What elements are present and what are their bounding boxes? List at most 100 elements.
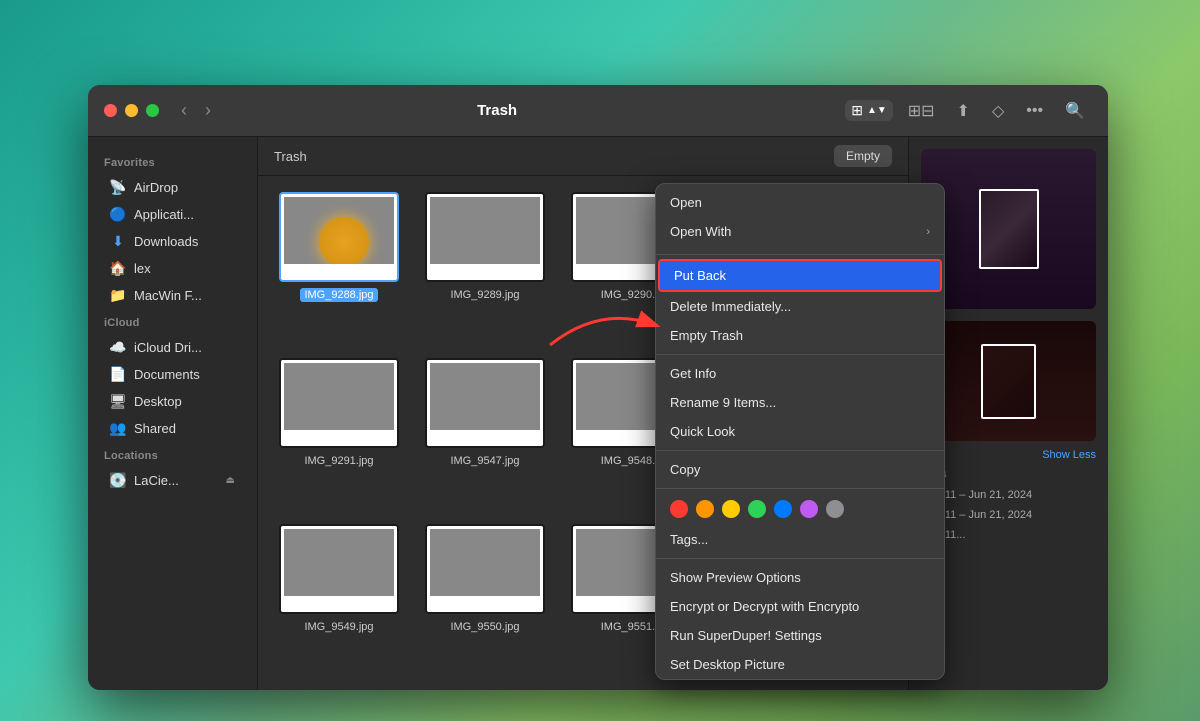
- search-icon: 🔍: [1065, 103, 1085, 120]
- date-range-1: May 11 – Jun 21, 2024: [921, 489, 1096, 501]
- tag-button[interactable]: ◇: [985, 96, 1011, 126]
- menu-open-with-label: Open With: [670, 224, 731, 239]
- minimize-button[interactable]: [125, 104, 138, 117]
- group-view-button[interactable]: ⊞⊟: [901, 96, 942, 126]
- title-bar: ‹ › Trash ⊞ ▲▼ ⊞⊟ ⬆ ◇ ••• 🔍: [88, 85, 1108, 137]
- shared-icon: 👥: [110, 420, 126, 436]
- menu-item-put-back[interactable]: Put Back: [658, 259, 942, 292]
- menu-item-rename[interactable]: Rename 9 Items...: [656, 388, 944, 417]
- sidebar: Favorites 📡 AirDrop 🔵 Applicati... ⬇ Dow…: [88, 137, 258, 690]
- file-thumbnail: [279, 524, 399, 614]
- menu-item-empty-trash[interactable]: Empty Trash: [656, 321, 944, 350]
- menu-item-encrypt[interactable]: Encrypt or Decrypt with Encrypto: [656, 592, 944, 621]
- forward-button[interactable]: ›: [199, 96, 217, 125]
- grid-icon: ⊞⊟: [908, 103, 935, 120]
- menu-item-delete-immediately[interactable]: Delete Immediately...: [656, 292, 944, 321]
- file-thumbnail: [279, 358, 399, 448]
- menu-item-quick-look[interactable]: Quick Look: [656, 417, 944, 446]
- sidebar-item-lex[interactable]: 🏠 lex: [94, 255, 251, 281]
- drive-icon: 💽: [110, 472, 126, 488]
- sidebar-desktop-label: Desktop: [134, 394, 182, 409]
- eject-icon[interactable]: ⏏: [226, 475, 235, 486]
- icon-chevron-up: ▲▼: [867, 105, 887, 116]
- menu-tags-label: Tags...: [670, 532, 708, 547]
- sidebar-documents-label: Documents: [134, 367, 200, 382]
- share-button[interactable]: ⬆: [950, 96, 977, 126]
- sidebar-item-icloud-drive[interactable]: ☁️ iCloud Dri...: [94, 334, 251, 360]
- menu-show-preview-label: Show Preview Options: [670, 570, 801, 585]
- file-item[interactable]: IMG_9288.jpg: [274, 192, 404, 342]
- menu-divider: [656, 354, 944, 355]
- file-name: IMG_9288.jpg: [300, 288, 377, 302]
- sidebar-item-documents[interactable]: 📄 Documents: [94, 361, 251, 387]
- menu-copy-label: Copy: [670, 462, 700, 477]
- traffic-lights: [104, 104, 159, 117]
- menu-item-show-preview-options[interactable]: Show Preview Options: [656, 563, 944, 592]
- tag-blue[interactable]: [774, 500, 792, 518]
- icon-grid: ⊞: [851, 102, 863, 119]
- empty-button[interactable]: Empty: [834, 145, 892, 167]
- menu-item-get-info[interactable]: Get Info: [656, 359, 944, 388]
- tag-yellow[interactable]: [722, 500, 740, 518]
- sidebar-item-airdrop[interactable]: 📡 AirDrop: [94, 174, 251, 200]
- fullscreen-button[interactable]: [146, 104, 159, 117]
- menu-item-copy[interactable]: Copy: [656, 455, 944, 484]
- back-button[interactable]: ‹: [175, 96, 193, 125]
- menu-quick-look-label: Quick Look: [670, 424, 735, 439]
- menu-item-open[interactable]: Open: [656, 188, 944, 217]
- menu-divider: [656, 488, 944, 489]
- date-range-3: May 11...: [921, 529, 1096, 541]
- share-icon: ⬆: [957, 103, 970, 120]
- tag-purple[interactable]: [800, 500, 818, 518]
- sidebar-applications-label: Applicati...: [134, 207, 194, 222]
- file-name: IMG_9289.jpg: [446, 288, 523, 302]
- tag-gray[interactable]: [826, 500, 844, 518]
- photo-preview: [427, 360, 543, 446]
- sidebar-item-applications[interactable]: 🔵 Applicati...: [94, 201, 251, 227]
- tag-green[interactable]: [748, 500, 766, 518]
- sidebar-item-desktop[interactable]: 🖥 Desktop: [94, 388, 251, 414]
- file-item[interactable]: IMG_9289.jpg: [420, 192, 550, 342]
- close-button[interactable]: [104, 104, 117, 117]
- menu-encrypt-label: Encrypt or Decrypt with Encrypto: [670, 599, 859, 614]
- sidebar-locations-title: Locations: [88, 442, 257, 466]
- home-icon: 🏠: [110, 260, 126, 276]
- sidebar-item-downloads[interactable]: ⬇ Downloads: [94, 228, 251, 254]
- menu-rename-label: Rename 9 Items...: [670, 395, 776, 410]
- context-menu: Open Open With › Put Back Delete Immedia…: [655, 183, 945, 680]
- menu-item-open-with[interactable]: Open With ›: [656, 217, 944, 246]
- downloads-icon: ⬇: [110, 233, 126, 249]
- more-button[interactable]: •••: [1019, 97, 1050, 125]
- file-name: IMG_9550.jpg: [446, 620, 523, 634]
- tag-red[interactable]: [670, 500, 688, 518]
- show-less-button[interactable]: Show Less: [921, 449, 1096, 461]
- folder-icon: 📁: [110, 287, 126, 303]
- document-icon: 📄: [110, 366, 126, 382]
- menu-item-superduper[interactable]: Run SuperDuper! Settings: [656, 621, 944, 650]
- view-toggle[interactable]: ⊞ ▲▼: [845, 100, 893, 121]
- sidebar-item-lacie[interactable]: 💽 LaCie... ⏏: [94, 467, 251, 493]
- menu-divider: [656, 254, 944, 255]
- sidebar-icloud-title: iCloud: [88, 309, 257, 333]
- photo-preview: [281, 360, 397, 446]
- sidebar-item-shared[interactable]: 👥 Shared: [94, 415, 251, 441]
- photo-preview: [427, 526, 543, 612]
- file-name: IMG_9291.jpg: [300, 454, 377, 468]
- sidebar-item-macwin[interactable]: 📁 MacWin F...: [94, 282, 251, 308]
- menu-item-tags[interactable]: Tags...: [656, 525, 944, 554]
- tag-orange[interactable]: [696, 500, 714, 518]
- file-item[interactable]: IMG_9549.jpg: [274, 524, 404, 674]
- menu-set-desktop-label: Set Desktop Picture: [670, 657, 785, 672]
- file-item[interactable]: IMG_9550.jpg: [420, 524, 550, 674]
- photo-preview: [281, 194, 397, 280]
- search-button[interactable]: 🔍: [1058, 96, 1092, 126]
- airdrop-icon: 📡: [110, 179, 126, 195]
- menu-open-label: Open: [670, 195, 702, 210]
- sidebar-downloads-label: Downloads: [134, 234, 198, 249]
- file-item[interactable]: IMG_9547.jpg: [420, 358, 550, 508]
- file-item[interactable]: IMG_9291.jpg: [274, 358, 404, 508]
- sidebar-airdrop-label: AirDrop: [134, 180, 178, 195]
- location-title: Trash: [274, 149, 307, 164]
- menu-item-set-desktop[interactable]: Set Desktop Picture: [656, 650, 944, 679]
- preview-photo-small: [921, 321, 1096, 441]
